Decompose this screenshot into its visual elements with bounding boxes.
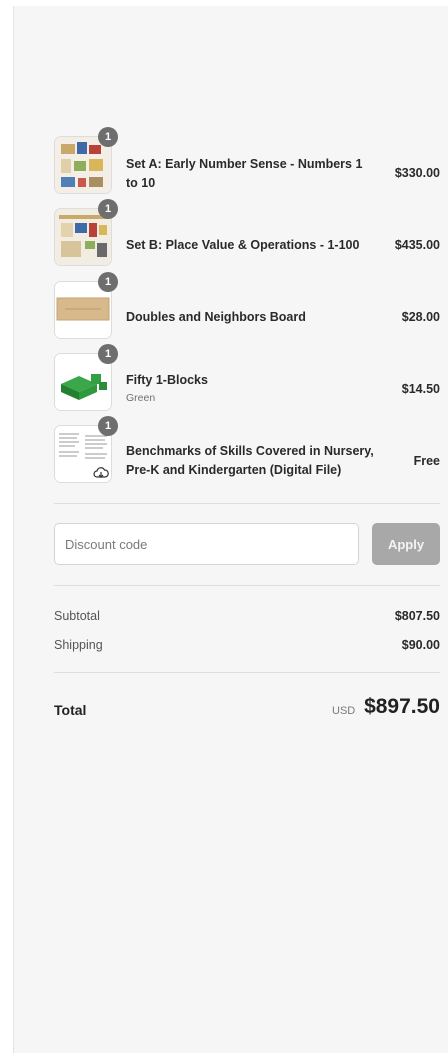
item-title: Fifty 1-Blocks xyxy=(126,373,208,387)
line-item-benchmarks: 1 Benchmarks of Skills Covered in Nurser… xyxy=(54,416,440,485)
shipping-value: $90.00 xyxy=(401,638,440,652)
apply-discount-button[interactable]: Apply xyxy=(372,523,440,565)
item-price: $14.50 xyxy=(401,382,440,396)
item-price: Free xyxy=(413,454,440,468)
divider xyxy=(54,503,440,504)
total-label: Total xyxy=(54,702,87,718)
item-variant: Green xyxy=(126,392,156,404)
order-summary-panel: 1 Set A: Early Number Sense - Numbers 1 … xyxy=(13,6,448,1053)
line-item-fifty-blocks: 1 Fifty 1-Blocks Green $14.50 xyxy=(54,344,440,413)
item-price: $28.00 xyxy=(401,310,440,324)
subtotal-label: Subtotal xyxy=(54,609,100,623)
item-title: Set A: Early Number Sense - Numbers 1 to… xyxy=(126,157,363,190)
discount-code-input[interactable] xyxy=(54,523,359,565)
item-title: Benchmarks of Skills Covered in Nursery,… xyxy=(126,444,374,477)
line-item-set-a: 1 Set A: Early Number Sense - Numbers 1 … xyxy=(54,127,440,196)
total-currency: USD xyxy=(332,705,356,717)
item-title: Doubles and Neighbors Board xyxy=(126,310,306,324)
item-title: Set B: Place Value & Operations - 1-100 xyxy=(126,238,360,252)
quantity-badge: 1 xyxy=(98,416,118,436)
quantity-badge: 1 xyxy=(98,199,118,219)
line-item-set-b: 1 Set B: Place Value & Operations - 1-10… xyxy=(54,199,440,268)
quantity-badge: 1 xyxy=(98,344,118,364)
cloud-download-icon xyxy=(93,467,109,478)
subtotal-value: $807.50 xyxy=(394,609,440,623)
divider xyxy=(54,672,440,673)
quantity-badge: 1 xyxy=(98,127,118,147)
divider xyxy=(54,585,440,586)
total-value: $897.50 xyxy=(364,695,440,718)
quantity-badge: 1 xyxy=(98,272,118,292)
shipping-label: Shipping xyxy=(54,638,103,652)
item-price: $330.00 xyxy=(394,166,440,180)
item-price: $435.00 xyxy=(394,238,440,252)
line-item-doubles-board: 1 Doubles and Neighbors Board $28.00 xyxy=(54,272,440,341)
